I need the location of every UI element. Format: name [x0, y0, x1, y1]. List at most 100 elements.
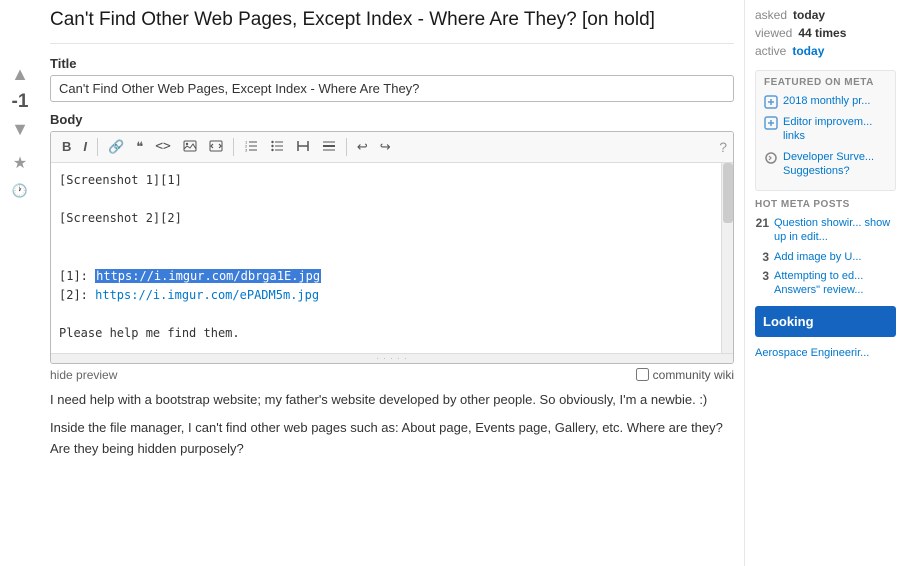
editor-text-area[interactable]: [Screenshot 1][1] [Screenshot 2][2] [1]:…	[51, 163, 721, 353]
featured-title: FEATURED ON META	[764, 77, 887, 88]
hot-count-2: 3	[755, 250, 769, 264]
toolbar-sep-1	[97, 138, 98, 156]
asked-label: asked	[755, 8, 787, 22]
editor-footer: hide preview community wiki	[50, 364, 734, 386]
resize-handle[interactable]: · · · · ·	[51, 353, 733, 363]
link-button[interactable]: 🔗	[103, 137, 129, 156]
hr-icon	[322, 139, 336, 153]
italic-button[interactable]: I	[78, 137, 92, 156]
main-content: Can't Find Other Web Pages, Except Index…	[40, 0, 744, 566]
ol-icon: 123	[244, 139, 258, 153]
editor-ref-1: [1]: https://i.imgur.com/dbrga1E.jpg	[59, 267, 713, 286]
toolbar-sep-3	[346, 138, 347, 156]
featured-item-2[interactable]: Editor improvem... links	[764, 115, 887, 144]
featured-link-3: Developer Surve... Suggestions?	[783, 150, 887, 179]
page-title: Can't Find Other Web Pages, Except Index…	[50, 0, 734, 44]
hot-item-1: 21 Question showir... show up in edit...	[755, 216, 896, 245]
hr-button[interactable]	[317, 136, 341, 158]
featured-icon-2	[764, 116, 778, 130]
hot-link-3[interactable]: Attempting to ed... Answers" review...	[774, 269, 896, 298]
featured-icon-1	[764, 95, 778, 109]
hot-item-2: 3 Add image by U...	[755, 250, 896, 264]
preview-p1: I need help with a bootstrap website; my…	[50, 390, 734, 411]
featured-item-3[interactable]: Developer Surve... Suggestions?	[764, 150, 887, 179]
ref1-prefix: [1]:	[59, 269, 95, 283]
hot-count-1: 21	[755, 216, 769, 230]
ref1-url: https://i.imgur.com/dbrga1E.jpg	[95, 269, 321, 283]
active-label: active	[755, 44, 786, 58]
ul-icon	[270, 139, 284, 153]
editor-line-2	[59, 190, 713, 209]
viewed-value: 44 times	[798, 26, 846, 40]
title-label: Title	[50, 56, 734, 71]
undo-button[interactable]: ↩	[352, 137, 373, 156]
blockquote-button[interactable]: ❝	[131, 137, 148, 156]
svg-text:3: 3	[245, 147, 248, 152]
community-wiki-label: community wiki	[653, 368, 734, 382]
active-value: today	[792, 44, 824, 58]
editor-line-7: Please help me find them.	[59, 324, 713, 343]
hot-item-3: 3 Attempting to ed... Answers" review...	[755, 269, 896, 298]
featured-link-2: Editor improvem... links	[783, 115, 887, 144]
vote-up-button[interactable]: ▲	[6, 60, 34, 88]
vote-down-button[interactable]: ▼	[6, 115, 34, 143]
bold-button[interactable]: B	[57, 137, 76, 156]
community-wiki-checkbox[interactable]	[636, 368, 649, 381]
scrollbar-thumb	[723, 163, 733, 223]
vote-column: ▲ -1 ▼ ★ 🕐	[0, 0, 40, 566]
vote-count: -1	[12, 92, 29, 111]
aerospace-link[interactable]: Aerospace Engineerir...	[755, 347, 869, 359]
hot-title: HOT META POSTS	[755, 199, 896, 210]
community-wiki-area: community wiki	[636, 368, 734, 382]
hot-section: HOT META POSTS 21 Question showir... sho…	[755, 199, 896, 297]
help-button[interactable]: ?	[719, 139, 727, 155]
hot-link-2[interactable]: Add image by U...	[774, 250, 861, 264]
editor-scrollbar[interactable]	[721, 163, 733, 353]
editor-line-5	[59, 247, 713, 266]
aerospace-item: Aerospace Engineerir...	[755, 345, 896, 359]
meta-stats: asked today viewed 44 times active today	[755, 8, 896, 58]
featured-icon-3	[764, 151, 778, 165]
ref2-url: https://i.imgur.com/ePADM5m.jpg	[95, 288, 319, 302]
right-sidebar: asked today viewed 44 times active today…	[744, 0, 904, 566]
hot-link-1[interactable]: Question showir... show up in edit...	[774, 216, 896, 245]
preview-area: I need help with a bootstrap website; my…	[50, 386, 734, 472]
editor-ref-2: [2]: https://i.imgur.com/ePADM5m.jpg	[59, 286, 713, 305]
heading-button[interactable]	[291, 136, 315, 158]
title-input[interactable]	[50, 75, 734, 102]
body-label: Body	[50, 112, 734, 127]
editor-line-6	[59, 305, 713, 324]
featured-section: FEATURED ON META 2018 monthly pr... Edit…	[755, 70, 896, 191]
editor-line-1: [Screenshot 1][1]	[59, 171, 713, 190]
viewed-label: viewed	[755, 26, 792, 40]
meta-viewed-row: viewed 44 times	[755, 26, 896, 40]
heading-icon	[296, 139, 310, 153]
ordered-list-button[interactable]: 123	[239, 136, 263, 158]
editor-line-4	[59, 228, 713, 247]
meta-active-row: active today	[755, 44, 896, 58]
preview-p2: Inside the file manager, I can't find ot…	[50, 418, 734, 460]
preformatted-button[interactable]	[204, 136, 228, 158]
unordered-list-button[interactable]	[265, 136, 289, 158]
editor-body: [Screenshot 1][1] [Screenshot 2][2] [1]:…	[51, 163, 733, 353]
asked-value: today	[793, 8, 825, 22]
ref2-prefix: [2]:	[59, 288, 95, 302]
code-button[interactable]: <>	[150, 137, 176, 156]
featured-item-1[interactable]: 2018 monthly pr...	[764, 94, 887, 109]
editor-wrapper: B I 🔗 ❝ <> 123	[50, 131, 734, 364]
redo-button[interactable]: ↪	[375, 137, 396, 156]
meta-asked-row: asked today	[755, 8, 896, 22]
image-button[interactable]	[178, 136, 202, 158]
hot-count-3: 3	[755, 269, 769, 283]
editor-toolbar: B I 🔗 ❝ <> 123	[51, 132, 733, 163]
looking-section[interactable]: Looking	[755, 306, 896, 337]
looking-title: Looking	[763, 314, 888, 329]
hide-preview-button[interactable]: hide preview	[50, 368, 117, 382]
image-icon	[183, 139, 197, 153]
pre-icon	[209, 139, 223, 153]
toolbar-sep-2	[233, 138, 234, 156]
history-button[interactable]: 🕐	[12, 183, 28, 199]
editor-line-3: [Screenshot 2][2]	[59, 209, 713, 228]
favorite-button[interactable]: ★	[13, 153, 27, 173]
featured-link-1: 2018 monthly pr...	[783, 94, 870, 108]
